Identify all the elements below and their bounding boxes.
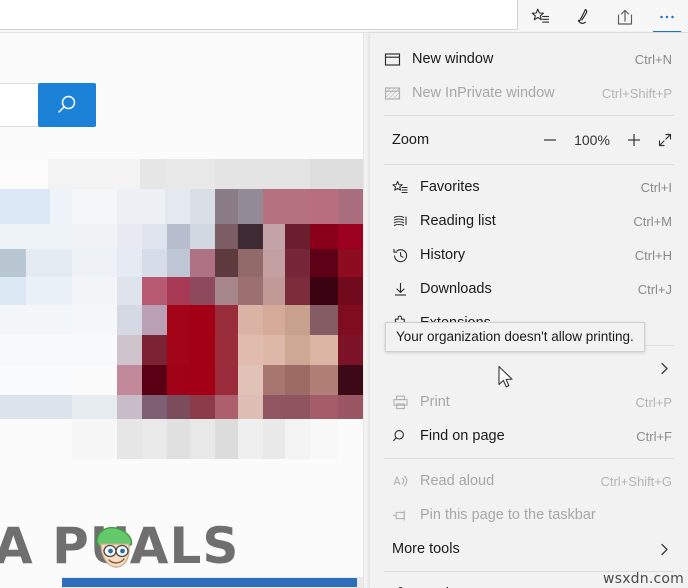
menu-item-downloads[interactable]: Downloads Ctrl+J <box>370 272 688 306</box>
search-button[interactable] <box>38 83 96 127</box>
browser-toolbar <box>0 0 688 33</box>
history-icon <box>392 247 420 264</box>
settings-and-more-menu: New window Ctrl+N New InPrivate window C… <box>370 33 688 588</box>
menu-item-read-aloud[interactable]: Read aloud Ctrl+Shift+G <box>370 464 688 498</box>
menu-divider <box>384 164 674 165</box>
add-to-favorites-icon[interactable] <box>520 0 562 33</box>
menu-item-new-inprivate-window[interactable]: New InPrivate window Ctrl+Shift+P <box>370 76 688 110</box>
menu-label: Favorites <box>420 179 480 195</box>
menu-item-zoom: Zoom 100% <box>370 121 688 159</box>
menu-item-pin-to-taskbar[interactable]: Pin this page to the taskbar <box>370 498 688 532</box>
zoom-label: Zoom <box>392 132 430 148</box>
print-icon <box>392 394 420 411</box>
menu-item-obscured-submenu[interactable] <box>370 351 688 385</box>
menu-item-print[interactable]: Print Ctrl+P <box>370 385 688 419</box>
reading-list-icon <box>392 213 420 230</box>
menu-divider <box>384 115 674 116</box>
web-page-content: A PUALS <box>0 33 370 588</box>
new-window-icon <box>384 51 412 68</box>
pin-to-taskbar-icon <box>392 507 420 524</box>
menu-item-find-on-page[interactable]: Find on page Ctrl+F <box>370 419 688 453</box>
address-bar[interactable] <box>0 0 518 30</box>
menu-item-reading-list[interactable]: Reading list Ctrl+M <box>370 204 688 238</box>
chevron-right-icon <box>657 542 672 557</box>
scrollbar-thumb[interactable] <box>62 578 357 587</box>
menu-label: New InPrivate window <box>412 85 555 101</box>
share-icon[interactable] <box>604 0 646 33</box>
menu-label: Print <box>420 394 450 410</box>
menu-divider <box>384 458 674 459</box>
menu-item-new-window[interactable]: New window Ctrl+N <box>370 42 688 76</box>
menu-label: New window <box>412 51 494 67</box>
web-notes-icon[interactable] <box>562 0 604 33</box>
menu-item-favorites[interactable]: Favorites Ctrl+I <box>370 170 688 204</box>
menu-item-history[interactable]: History Ctrl+H <box>370 238 688 272</box>
menu-accelerator: Ctrl+N <box>634 51 672 67</box>
print-disabled-tooltip: Your organization doesn't allow printing… <box>385 322 645 352</box>
menu-accelerator: Ctrl+F <box>636 428 672 444</box>
minus-icon <box>544 139 556 141</box>
menu-label: History <box>420 247 466 263</box>
chevron-right-icon <box>657 361 672 376</box>
source-watermark: wsxdn.com <box>603 571 684 587</box>
find-on-page-icon <box>392 428 420 445</box>
fullscreen-icon <box>658 133 672 147</box>
pixelated-image <box>0 159 363 459</box>
menu-accelerator: Ctrl+I <box>640 179 672 195</box>
new-inprivate-window-icon <box>384 85 412 102</box>
menu-accelerator: Ctrl+Shift+P <box>601 85 672 101</box>
downloads-icon <box>392 281 420 298</box>
menu-label: Find on page <box>420 428 505 444</box>
fullscreen-button[interactable] <box>656 131 674 149</box>
toolbar-icon-group <box>520 0 688 33</box>
menu-label: Pin this page to the taskbar <box>420 507 596 523</box>
zoom-out-button[interactable] <box>541 131 559 149</box>
zoom-value: 100% <box>574 132 610 148</box>
menu-label: Read aloud <box>420 473 495 489</box>
menu-accelerator: Ctrl+Shift+G <box>600 473 672 489</box>
search-icon <box>58 95 76 113</box>
menu-accelerator: Ctrl+J <box>637 281 672 297</box>
mouse-cursor <box>498 365 513 388</box>
menu-accelerator: Ctrl+M <box>633 213 672 229</box>
appuals-mascot-icon <box>96 526 133 568</box>
screenshot-root: A PUALS New window Ctrl+N New InPrivate … <box>0 0 688 588</box>
menu-label: Reading list <box>420 213 496 229</box>
search-input[interactable] <box>0 83 40 127</box>
menu-accelerator: Ctrl+H <box>634 247 672 263</box>
zoom-controls: 100% <box>541 131 674 149</box>
menu-label: Downloads <box>420 281 492 297</box>
menu-label: More tools <box>392 541 460 557</box>
content-right-edge <box>363 33 370 588</box>
menu-item-more-tools[interactable]: More tools <box>370 532 688 566</box>
plus-icon <box>628 134 640 146</box>
zoom-in-button[interactable] <box>625 131 643 149</box>
read-aloud-icon <box>392 473 420 490</box>
menu-accelerator: Ctrl+P <box>635 394 672 410</box>
favorites-icon <box>392 179 420 196</box>
appuals-watermark: A PUALS <box>0 514 238 576</box>
more-icon[interactable] <box>646 0 688 33</box>
horizontal-scrollbar[interactable] <box>62 577 370 588</box>
